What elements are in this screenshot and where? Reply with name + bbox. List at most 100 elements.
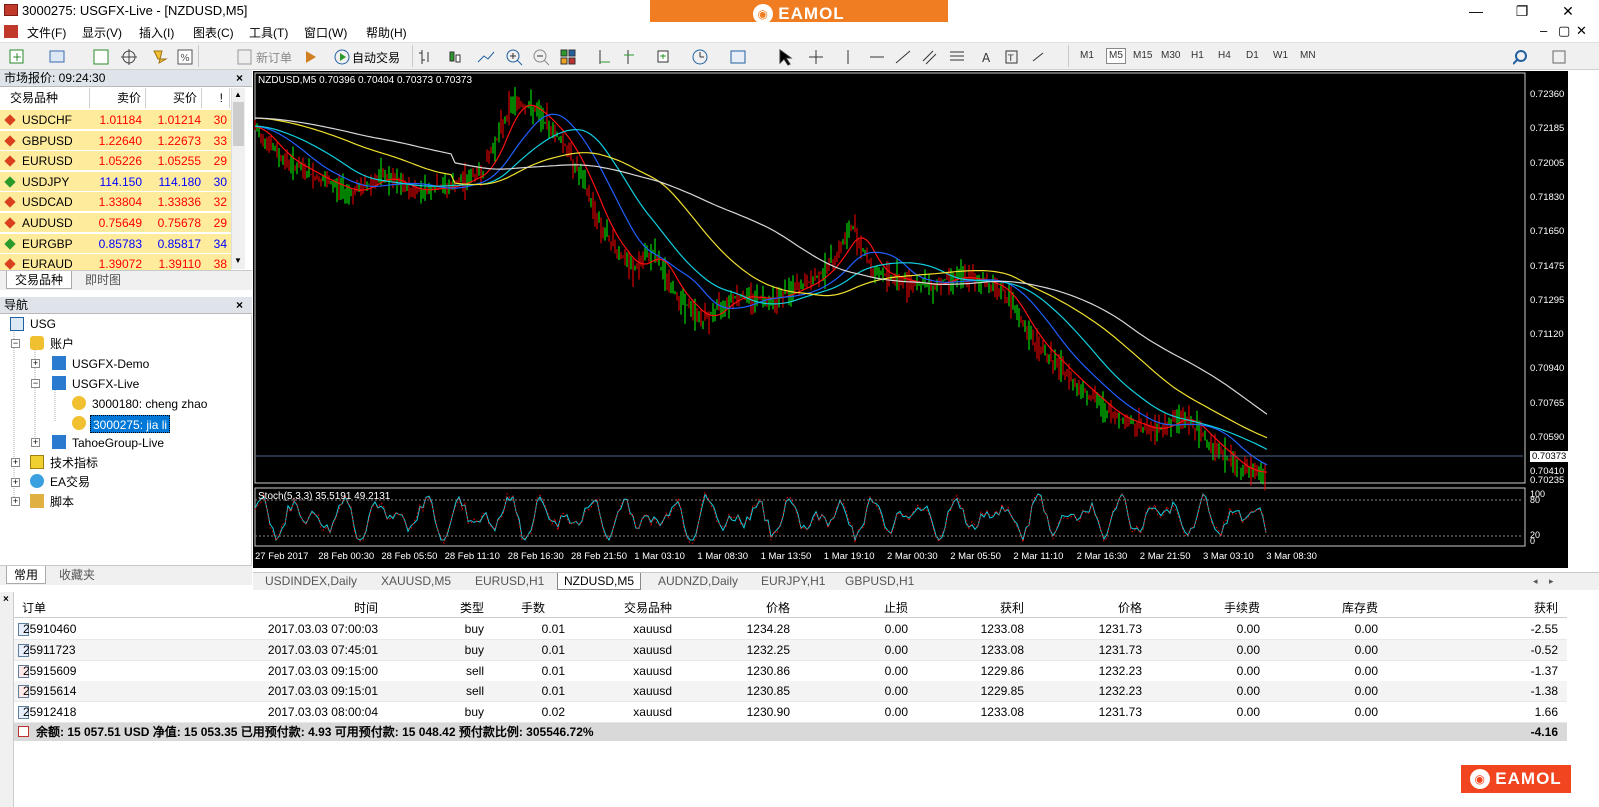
timeframe-m30-button[interactable]: M30 [1161, 50, 1180, 61]
market-watch-close-button[interactable]: × [236, 71, 243, 85]
arrows-dropdown-button[interactable] [1032, 46, 1052, 66]
mdi-restore-button[interactable]: ▢ [1558, 23, 1570, 39]
nav-server-tahoe[interactable]: TahoeGroup-Live [72, 434, 164, 452]
timeframe-m15-button[interactable]: M15 [1133, 50, 1152, 61]
col-swap[interactable]: 库存费 [1264, 598, 1378, 618]
chart-tab-xauusd[interactable]: XAUUSD,M5 [381, 573, 451, 590]
col-lots[interactable]: 手数 [487, 598, 545, 618]
expand-indicators-icon[interactable]: + [11, 458, 20, 467]
nav-account-3000275[interactable]: 3000275: jia li [90, 415, 171, 433]
tab-common[interactable]: 常用 [6, 566, 46, 584]
market-watch-row[interactable]: GBPUSD 1.22640 1.22673 33 [0, 130, 231, 151]
expand-ea-icon[interactable]: + [11, 478, 20, 487]
table-row[interactable]: 25915614 2017.03.03 09:15:01 sell 0.01 xauus… [14, 681, 1567, 703]
metaeditor-button[interactable] [306, 46, 326, 66]
col-profit[interactable]: 获利 [1382, 598, 1558, 618]
menu-tools[interactable]: 工具(T) [249, 24, 288, 41]
timeframe-d1-button[interactable]: D1 [1246, 50, 1259, 61]
nav-accounts[interactable]: 账户 [50, 335, 74, 353]
chart-tab-nzdusd[interactable]: NZDUSD,M5 [557, 573, 642, 590]
text-tool-button[interactable] [976, 46, 996, 66]
timeframe-m5-button[interactable]: M5 [1106, 48, 1126, 64]
timeframe-w1-button[interactable]: W1 [1273, 50, 1288, 61]
nav-server-live[interactable]: USGFX-Live [72, 375, 139, 393]
bar-chart-button[interactable] [418, 46, 438, 66]
tab-symbols[interactable]: 交易品种 [6, 271, 72, 289]
periods-dropdown-button[interactable] [692, 46, 712, 66]
col-tp[interactable]: 获利 [912, 598, 1024, 618]
menu-window[interactable]: 窗口(W) [304, 24, 347, 41]
chart-shift-button[interactable] [594, 46, 614, 66]
chart-tab-eurjpy[interactable]: EURJPY,H1 [761, 573, 825, 590]
market-watch-row[interactable]: EURGBP 0.85783 0.85817 34 [0, 233, 231, 254]
nav-indicators[interactable]: 技术指标 [50, 454, 98, 472]
trendline-tool-button[interactable] [894, 46, 914, 66]
col-time[interactable]: 时间 [168, 598, 378, 618]
nav-account-3000180[interactable]: 3000180: cheng zhao [92, 395, 207, 413]
tile-windows-button[interactable] [560, 46, 580, 66]
tab-tick-chart[interactable]: 即时图 [76, 271, 130, 289]
close-button[interactable]: ✕ [1545, 0, 1591, 22]
chart-tab-gbpusd[interactable]: GBPUSD,H1 [845, 573, 914, 590]
chart-tab-usdindex[interactable]: USDINDEX,Daily [265, 573, 357, 590]
timeframe-mn-button[interactable]: MN [1300, 50, 1316, 61]
zoom-in-button[interactable] [504, 46, 524, 66]
maximize-button[interactable]: ❐ [1499, 0, 1545, 22]
market-watch-scrollbar[interactable]: ▲ ▼ [231, 88, 245, 269]
chart-window[interactable]: NZDUSD,M5 0.70396 0.70404 0.70373 0.7037… [253, 71, 1569, 568]
new-order-button[interactable]: 新订单 [256, 49, 292, 66]
table-row[interactable]: 25910460 2017.03.03 07:00:03 buy 0.01 xauusd… [14, 619, 1567, 640]
zoom-out-button[interactable] [532, 46, 552, 66]
collapse-live-icon[interactable]: − [31, 379, 40, 388]
search-icon[interactable] [1513, 49, 1569, 65]
market-watch-row[interactable]: USDJPY 114.150 114.180 30 [0, 171, 231, 192]
market-watch-row[interactable]: USDCHF 1.01184 1.01214 30 [0, 110, 231, 130]
table-row[interactable]: 25915609 2017.03.03 09:15:00 sell 0.01 xauus… [14, 660, 1567, 682]
auto-trading-button[interactable]: 自动交易 [352, 49, 400, 66]
col-price[interactable]: 价格 [676, 598, 790, 618]
templates-dropdown-button[interactable] [730, 46, 750, 66]
chart-tab-audnzd[interactable]: AUDNZD,Daily [658, 573, 738, 590]
chart-tab-eurusd[interactable]: EURUSD,H1 [475, 573, 544, 590]
channel-tool-button[interactable] [922, 46, 942, 66]
tab-scroll-left-icon[interactable]: ◂ [1533, 573, 1538, 590]
market-watch-row[interactable]: USDCAD 1.33804 1.33836 32 [0, 192, 231, 213]
line-chart-button[interactable] [474, 46, 494, 66]
fibonacci-tool-button[interactable] [948, 46, 968, 66]
market-watch-row[interactable]: EURUSD 1.05226 1.05255 29 [0, 151, 231, 172]
table-row[interactable]: 25911723 2017.03.03 07:45:01 buy 0.01 xauusd… [14, 639, 1567, 661]
col-order[interactable]: 订单 [22, 598, 46, 618]
timeframe-h1-button[interactable]: H1 [1191, 50, 1204, 61]
col-type[interactable]: 类型 [382, 598, 484, 618]
horizontal-line-tool-button[interactable] [866, 46, 886, 66]
timeframe-m1-button[interactable]: M1 [1080, 50, 1094, 61]
navigator-close-button[interactable]: × [236, 298, 243, 312]
market-watch-row[interactable]: EURAUD 1.39072 1.39110 38 [0, 254, 231, 270]
col-sl[interactable]: 止损 [794, 598, 908, 618]
terminal-close-button[interactable]: × [3, 594, 9, 605]
mdi-minimize-button[interactable]: – [1540, 23, 1547, 38]
indicators-dropdown-button[interactable] [656, 46, 676, 66]
expand-scripts-icon[interactable]: + [11, 497, 20, 506]
timeframe-h4-button[interactable]: H4 [1218, 50, 1231, 61]
crosshair-tool-button[interactable] [806, 46, 826, 66]
minimize-button[interactable]: — [1453, 0, 1499, 22]
cursor-tool-button[interactable] [777, 46, 797, 66]
nav-root[interactable]: USG [30, 315, 56, 333]
nav-scripts[interactable]: 脚本 [50, 493, 74, 511]
expand-tahoe-icon[interactable]: + [31, 438, 40, 447]
nav-server-demo[interactable]: USGFX-Demo [72, 355, 149, 373]
candlestick-button[interactable] [446, 46, 466, 66]
col-current-price[interactable]: 价格 [1028, 598, 1142, 618]
table-row[interactable]: 25912418 2017.03.03 08:00:04 buy 0.02 xauusd… [14, 702, 1567, 724]
col-commission[interactable]: 手续费 [1146, 598, 1260, 618]
vertical-line-tool-button[interactable] [838, 46, 858, 66]
menu-help[interactable]: 帮助(H) [366, 24, 407, 41]
col-symbol[interactable]: 交易品种 [570, 598, 672, 618]
collapse-accounts-icon[interactable]: − [11, 339, 20, 348]
mdi-close-button[interactable]: ✕ [1576, 23, 1587, 39]
expand-demo-icon[interactable]: + [31, 359, 40, 368]
market-watch-row[interactable]: AUDUSD 0.75649 0.75678 29 [0, 213, 231, 233]
tab-favorites[interactable]: 收藏夹 [50, 566, 104, 584]
price-chart[interactable] [253, 71, 1568, 568]
